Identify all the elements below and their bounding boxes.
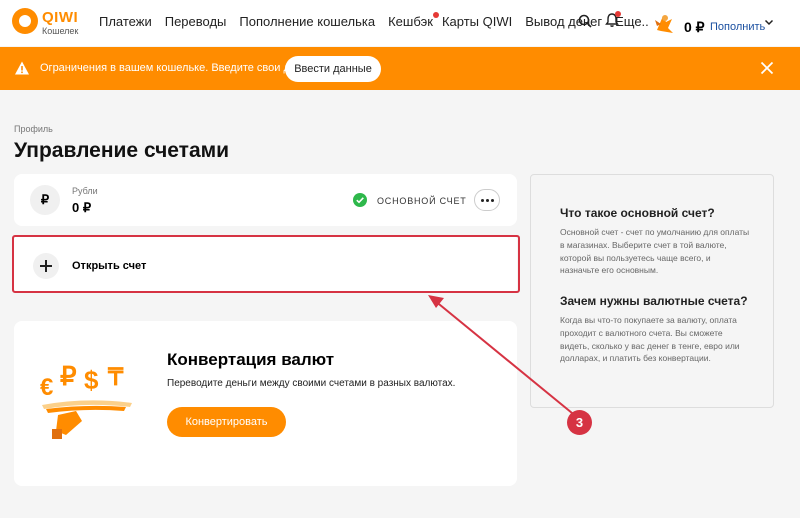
account-amount: 0 ₽ [72,200,92,215]
ruble-icon: ₽ [30,185,60,215]
nav-item-wallet-topup[interactable]: Пополнение кошелька [239,14,375,29]
svg-text:₽: ₽ [60,361,77,391]
nav-item-cashback[interactable]: Кешбэк [388,12,439,29]
logo-mark-icon [12,8,38,34]
banner-message: Ограничения в вашем кошельке. Введите св… [40,62,326,74]
open-account-label: Открыть счет [72,260,147,272]
info-heading-main-account: Что такое основной счет? [560,206,715,220]
info-text-main-account: Основной счет - счет по умолчанию для оп… [560,227,750,276]
svg-text:€: € [40,374,53,401]
dot-icon [491,199,494,202]
warning-icon [15,61,29,75]
nav-item-qiwi-cards[interactable]: Карты QIWI [442,14,512,29]
conversion-description: Переводите деньги между своими счетами в… [167,378,456,389]
step-number-badge: 3 [567,410,592,435]
svg-text:₸: ₸ [107,364,124,391]
check-circle-icon [353,193,367,207]
page-title: Управление счетами [14,139,230,162]
info-text-currency-accounts: Когда вы что-то покупаете за валюту, опл… [560,315,740,364]
topup-link[interactable]: Пополнить [710,21,765,33]
account-currency-label: Рубли [72,186,98,196]
convert-button[interactable]: Конвертировать [167,407,286,437]
breadcrumb[interactable]: Профиль [14,124,53,134]
svg-text:$: $ [84,365,99,395]
search-icon[interactable] [578,14,592,28]
dot-icon [481,199,484,202]
nav-item-payments[interactable]: Платежи [99,14,152,29]
notification-dot [432,12,439,18]
nav-item-more[interactable]: Еще... [615,14,652,29]
currency-tray-illustration: € ₽ $ ₸ [40,361,132,439]
qiwi-logo[interactable]: QIWI Кошелек [12,4,82,42]
plus-icon [33,253,59,279]
close-icon[interactable] [760,61,774,75]
nav-item-transfers[interactable]: Переводы [165,14,227,29]
restrictions-banner: Ограничения в вашем кошельке. Введите св… [0,47,800,90]
nav-item-cashback-label: Кешбэк [388,14,433,29]
enter-data-button[interactable]: Ввести данные [285,56,381,82]
chevron-down-icon[interactable] [764,17,774,27]
logo-text: QIWI [42,9,79,26]
conversion-title: Конвертация валют [167,350,335,369]
notification-dot [615,11,621,17]
avatar[interactable] [649,8,679,38]
top-header: QIWI Кошелек Платежи Переводы Пополнение… [0,0,800,46]
info-heading-currency-accounts: Зачем нужны валютные счета? [560,294,748,308]
main-account-badge: ОСНОВНОЙ СЧЕТ [377,196,467,206]
dot-icon [486,199,489,202]
balance-amount: 0 ₽ [684,19,705,35]
logo-subtitle: Кошелек [42,26,79,36]
more-options-button[interactable] [474,189,500,211]
